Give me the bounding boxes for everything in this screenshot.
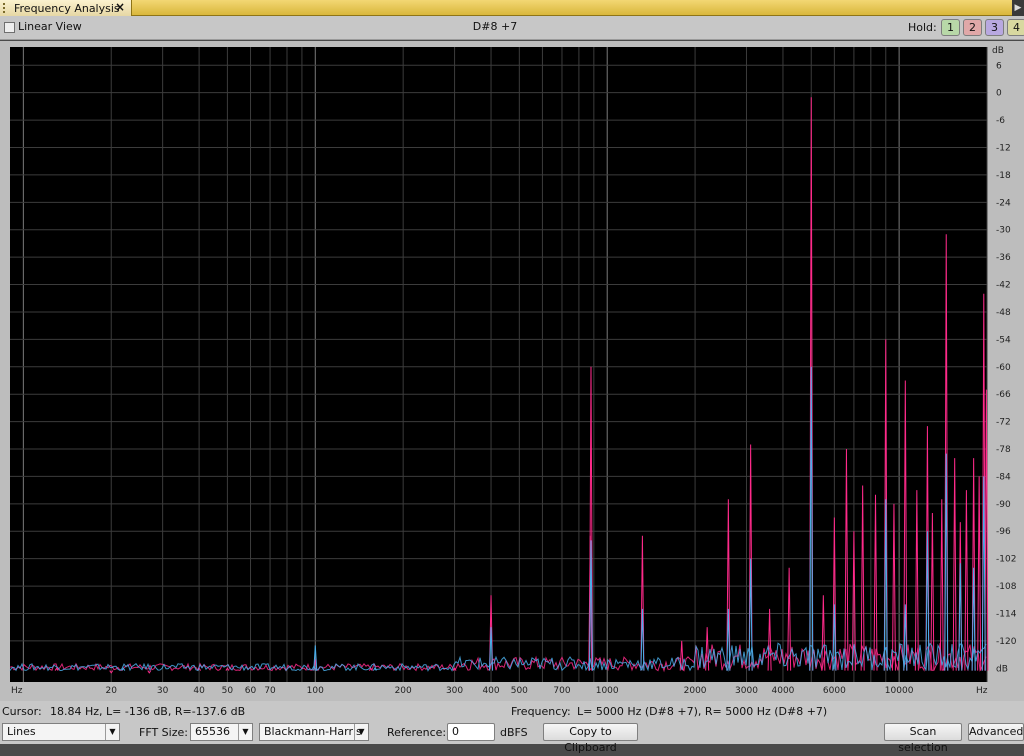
y-tick-label: -114 bbox=[996, 609, 1017, 619]
tab-frequency-analysis[interactable]: Frequency Analysis × bbox=[0, 0, 132, 16]
display-mode-select[interactable]: Lines ▼ bbox=[2, 723, 120, 741]
reference-input[interactable]: 0 bbox=[447, 723, 495, 741]
cursor-readout: 18.84 Hz, L= -136 dB, R=-137.6 dB bbox=[50, 705, 246, 718]
x-tick-label: 200 bbox=[395, 686, 412, 696]
x-tick-label: 3000 bbox=[735, 686, 758, 696]
x-tick-label: 40 bbox=[193, 686, 205, 696]
fft-size-value: 65536 bbox=[195, 725, 230, 738]
reference-label: Reference: bbox=[387, 726, 447, 739]
hold-label: Hold: bbox=[908, 21, 937, 34]
y-tick-label: -102 bbox=[996, 555, 1016, 565]
x-tick-label: 20 bbox=[106, 686, 118, 696]
y-tick-label: -90 bbox=[996, 500, 1011, 510]
chevron-down-icon[interactable]: ▼ bbox=[105, 724, 119, 740]
y-tick-label: -60 bbox=[996, 363, 1011, 373]
y-unit-label: dB bbox=[992, 46, 1004, 56]
x-tick-label: 2000 bbox=[684, 686, 707, 696]
y-tick-label: -96 bbox=[996, 527, 1011, 537]
fft-size-select[interactable]: 65536 ▼ bbox=[190, 723, 253, 741]
linear-view-label: Linear View bbox=[18, 20, 82, 33]
panel-tab-strip: Frequency Analysis × ▶ bbox=[0, 0, 1024, 16]
spectrum-plot-frame: 20 30 40 50 60 70 100 200 300 400 500 700 1000 2000 30… bbox=[0, 41, 1024, 701]
x-tick-label: 50 bbox=[222, 686, 234, 696]
advanced-button[interactable]: Advanced bbox=[968, 723, 1024, 741]
x-tick-label: 6000 bbox=[823, 686, 846, 696]
top-toolbar: Linear View D#8 +7 Hold: 1 2 3 4 bbox=[0, 16, 1024, 40]
window-function-value: Blackmann-Harris bbox=[264, 725, 362, 738]
y-tick-label: -66 bbox=[996, 390, 1011, 400]
note-readout: D#8 +7 bbox=[472, 20, 518, 33]
plot-area[interactable] bbox=[10, 47, 987, 682]
drag-grip-icon[interactable] bbox=[3, 3, 9, 13]
cursor-label: Cursor: bbox=[2, 705, 42, 718]
y-tick-label: -120 bbox=[996, 637, 1017, 647]
y-tick-label: -6 bbox=[996, 116, 1005, 126]
display-mode-value: Lines bbox=[7, 725, 36, 738]
reference-unit: dBFS bbox=[500, 726, 528, 739]
frequency-label: Frequency: bbox=[511, 705, 571, 718]
x-tick-label: 60 bbox=[245, 686, 257, 696]
x-tick-label: 100 bbox=[307, 686, 324, 696]
copy-to-clipboard-button[interactable]: Copy to Clipboard bbox=[543, 723, 638, 754]
linear-view-checkbox[interactable] bbox=[4, 22, 15, 33]
x-tick-label: 700 bbox=[553, 686, 570, 696]
fft-size-label: FFT Size: bbox=[139, 726, 188, 739]
y-tick-label: -12 bbox=[996, 144, 1011, 154]
y-tick-label: -108 bbox=[996, 582, 1017, 592]
hold-button-2[interactable]: 2 bbox=[963, 19, 982, 36]
y-tick-label: -48 bbox=[996, 308, 1011, 318]
y-tick-label: -72 bbox=[996, 418, 1011, 428]
x-tick-label: 10000 bbox=[885, 686, 914, 696]
x-tick-label: 400 bbox=[482, 686, 499, 696]
x-tick-label: 1000 bbox=[596, 686, 619, 696]
window-function-select[interactable]: Blackmann-Harris ▼ bbox=[259, 723, 369, 741]
y-tick-label: -42 bbox=[996, 281, 1011, 291]
scan-selection-button[interactable]: Scan selection bbox=[884, 723, 962, 754]
frequency-readout: L= 5000 Hz (D#8 +7), R= 5000 Hz (D#8 +7) bbox=[577, 705, 828, 718]
y-tick-label: -24 bbox=[996, 198, 1011, 208]
scroll-right-icon[interactable]: ▶ bbox=[1012, 0, 1024, 16]
y-tick-label: 0 bbox=[996, 89, 1002, 99]
y-unit-label: dB bbox=[996, 664, 1008, 674]
x-tick-label: 30 bbox=[157, 686, 169, 696]
y-tick-label: -36 bbox=[996, 253, 1011, 263]
y-tick-label: -78 bbox=[996, 445, 1011, 455]
y-tick-label: -84 bbox=[996, 472, 1011, 482]
spectrum-plot[interactable]: 20 30 40 50 60 70 100 200 300 400 500 700 1000 2000 30… bbox=[0, 41, 1024, 701]
x-tick-label: 4000 bbox=[772, 686, 795, 696]
status-bar: Cursor: 18.84 Hz, L= -136 dB, R=-137.6 d… bbox=[0, 701, 1024, 721]
x-unit-label: Hz bbox=[976, 686, 988, 696]
x-unit-label: Hz bbox=[11, 686, 23, 696]
y-tick-label: -54 bbox=[996, 335, 1011, 345]
hold-button-1[interactable]: 1 bbox=[941, 19, 960, 36]
hold-button-4[interactable]: 4 bbox=[1007, 19, 1024, 36]
x-tick-label: 500 bbox=[511, 686, 528, 696]
y-tick-label: -30 bbox=[996, 226, 1011, 236]
x-tick-label: 300 bbox=[446, 686, 463, 696]
tab-title: Frequency Analysis bbox=[14, 1, 120, 15]
close-icon[interactable]: × bbox=[115, 0, 125, 14]
controls-bar: Lines ▼ FFT Size: 65536 ▼ Blackmann-Harr… bbox=[0, 721, 1024, 754]
y-tick-label: -18 bbox=[996, 171, 1011, 181]
chevron-down-icon[interactable]: ▼ bbox=[354, 724, 368, 740]
hold-button-3[interactable]: 3 bbox=[985, 19, 1004, 36]
y-tick-label: 6 bbox=[996, 61, 1002, 71]
x-tick-label: 70 bbox=[264, 686, 276, 696]
chevron-down-icon[interactable]: ▼ bbox=[238, 724, 252, 740]
